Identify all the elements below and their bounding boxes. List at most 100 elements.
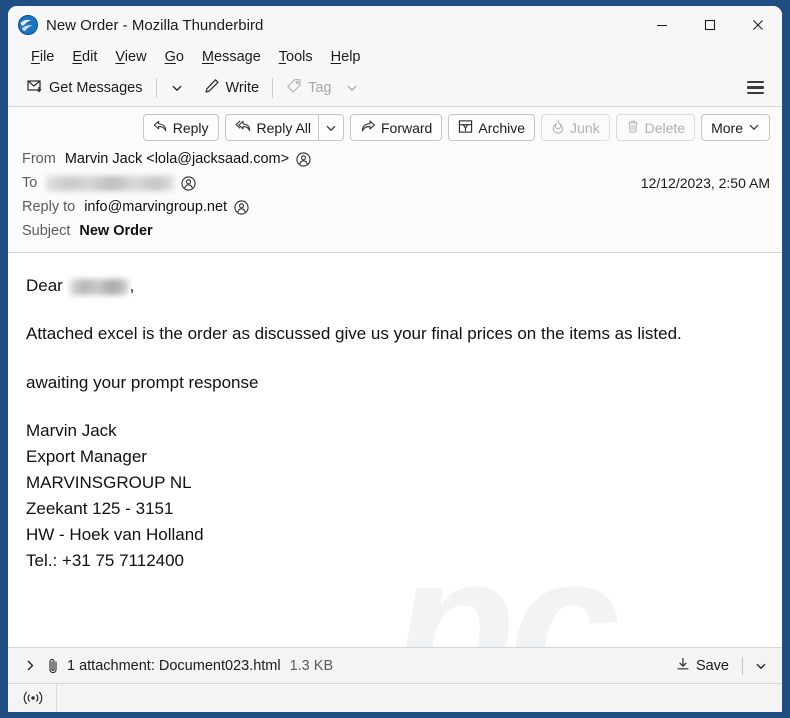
message-date: 12/12/2023, 2:50 AM: [640, 175, 770, 191]
reply-label: Reply: [172, 119, 209, 136]
signature-line: Export Manager: [26, 447, 147, 467]
tag-dropdown[interactable]: [338, 78, 366, 98]
attachment-summary[interactable]: 1 attachment: Document023.html: [67, 658, 281, 674]
minimize-button[interactable]: [638, 6, 686, 44]
attachment-save-group: Save: [668, 653, 774, 679]
trash-icon: [626, 119, 640, 137]
signature-line: MARVINSGROUP NL: [26, 473, 192, 493]
header-row-subject: Subject New Order: [8, 219, 782, 243]
message-body-pane: pc risk.com Dear , Attached excel is the…: [8, 253, 782, 648]
attachment-size: 1.3 KB: [289, 657, 334, 674]
archive-button[interactable]: Archive: [448, 114, 536, 141]
delete-button[interactable]: Delete: [615, 114, 696, 141]
reply-to-label: Reply to: [22, 199, 76, 215]
body-greeting: Dear ,: [26, 273, 764, 299]
delete-label: Delete: [644, 119, 686, 136]
archive-label: Archive: [478, 119, 526, 136]
window-title: New Order - Mozilla Thunderbird: [46, 16, 264, 34]
message-header: Reply Reply All Forward Archive Junk Del…: [8, 107, 782, 253]
maximize-button[interactable]: [686, 6, 734, 44]
more-label: More: [711, 119, 743, 136]
signature-block: Marvin Jack Export Manager MARVINSGROUP …: [26, 418, 764, 574]
body-paragraph-1: Attached excel is the order as discussed…: [26, 324, 682, 344]
contact-person-icon[interactable]: [234, 199, 249, 215]
pencil-icon: [204, 78, 220, 98]
menu-tools[interactable]: Tools: [270, 47, 322, 67]
status-bar: [8, 684, 782, 712]
to-value-redacted[interactable]: [46, 175, 175, 191]
to-label: To: [22, 175, 38, 191]
menu-help[interactable]: Help: [322, 47, 370, 67]
message-body-content: Dear , Attached excel is the order as di…: [8, 253, 782, 574]
signature-line: Tel.: +31 75 7112400: [26, 551, 185, 571]
reply-all-label: Reply All: [256, 119, 311, 136]
thunderbird-window: New Order - Mozilla Thunderbird File Edi…: [8, 6, 782, 712]
contact-person-icon[interactable]: [296, 151, 311, 167]
flame-icon: [551, 119, 565, 137]
contact-person-icon[interactable]: [181, 175, 196, 191]
menu-file[interactable]: File: [22, 47, 63, 67]
reply-button[interactable]: Reply: [142, 114, 219, 141]
get-messages-dropdown[interactable]: [163, 78, 191, 98]
subject-label: Subject: [22, 223, 71, 239]
tag-label: Tag: [308, 79, 332, 96]
menu-bar: File Edit View Go Message Tools Help: [8, 44, 782, 69]
envelope-download-icon: [27, 78, 43, 98]
save-divider: [742, 656, 743, 675]
write-label: Write: [225, 79, 260, 96]
title-bar: New Order - Mozilla Thunderbird: [8, 6, 782, 44]
greeting-prefix: Dear: [26, 276, 63, 295]
close-button[interactable]: [734, 6, 782, 44]
from-label: From: [22, 151, 56, 167]
thunderbird-logo-icon: [17, 14, 39, 36]
save-dropdown[interactable]: [748, 656, 774, 676]
forward-arrow-icon: [360, 119, 376, 136]
body-paragraph-2: awaiting your prompt response: [26, 372, 259, 392]
forward-label: Forward: [381, 119, 433, 136]
signature-line: HW - Hoek van Holland: [26, 525, 204, 545]
download-icon: [676, 657, 690, 675]
junk-button[interactable]: Junk: [541, 114, 610, 141]
chevron-right-icon[interactable]: [18, 655, 42, 676]
header-row-to: To 12/12/2023, 2:50 AM: [8, 171, 782, 195]
tag-button[interactable]: Tag: [279, 74, 338, 102]
toolbar-divider-2: [272, 77, 274, 98]
reply-to-value[interactable]: info@marvingroup.net: [84, 199, 227, 215]
main-toolbar: Get Messages Write Tag: [8, 69, 782, 107]
subject-value: New Order: [79, 223, 153, 239]
message-action-bar: Reply Reply All Forward Archive Junk Del…: [8, 107, 782, 147]
hamburger-menu-icon[interactable]: [739, 75, 772, 100]
attachment-bar: 1 attachment: Document023.html 1.3 KB Sa…: [8, 648, 782, 684]
from-value[interactable]: Marvin Jack <lola@jacksaad.com>: [65, 151, 289, 167]
save-attachment-button[interactable]: Save: [668, 653, 737, 679]
menu-edit[interactable]: Edit: [63, 47, 106, 67]
get-messages-button[interactable]: Get Messages: [20, 74, 150, 102]
signature-line: Zeekant 125 - 3151: [26, 499, 174, 519]
junk-label: Junk: [570, 119, 600, 136]
tag-icon: [286, 78, 302, 98]
menu-message[interactable]: Message: [193, 47, 270, 67]
save-label: Save: [695, 657, 729, 674]
greeting-suffix: ,: [129, 276, 135, 295]
more-button[interactable]: More: [701, 114, 770, 141]
chevron-down-icon: [748, 120, 760, 136]
header-row-reply-to: Reply to info@marvingroup.net: [8, 195, 782, 219]
reply-all-button[interactable]: Reply All: [224, 114, 318, 141]
reply-all-dropdown[interactable]: [318, 114, 344, 141]
reply-all-arrow-icon: [235, 119, 252, 136]
greeting-name-redacted: [69, 278, 128, 295]
menu-go[interactable]: Go: [156, 47, 193, 67]
write-button[interactable]: Write: [197, 74, 267, 102]
paperclip-icon: [46, 658, 60, 674]
window-controls: [638, 6, 782, 44]
header-row-from: From Marvin Jack <lola@jacksaad.com>: [8, 147, 782, 171]
forward-button[interactable]: Forward: [350, 114, 443, 141]
toolbar-divider-1: [155, 77, 157, 98]
reply-arrow-icon: [153, 119, 168, 136]
archive-box-icon: [458, 119, 473, 137]
menu-view[interactable]: View: [106, 47, 155, 67]
broadcast-signal-icon[interactable]: [16, 688, 50, 708]
signature-line: Marvin Jack: [26, 421, 117, 441]
status-divider: [56, 684, 57, 712]
get-messages-label: Get Messages: [49, 79, 143, 96]
